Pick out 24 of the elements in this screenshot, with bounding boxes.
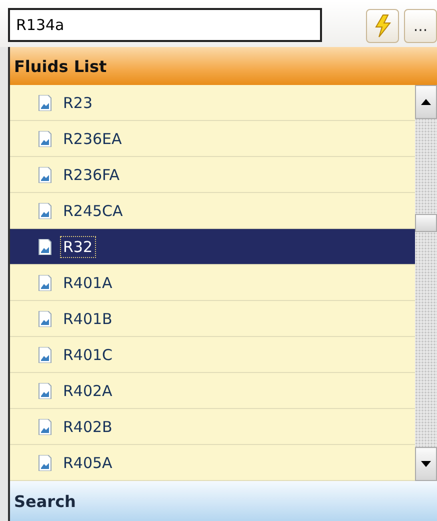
fluid-input-field[interactable]: R134a (8, 8, 322, 42)
file-icon (38, 130, 52, 146)
file-icon (38, 418, 52, 434)
file-icon (38, 274, 52, 290)
file-icon (38, 94, 52, 110)
file-icon (38, 346, 52, 362)
up-arrow-icon (421, 99, 431, 105)
lightning-icon (374, 14, 392, 38)
file-icon (38, 454, 52, 470)
file-icon (38, 382, 52, 398)
scroll-up-button[interactable] (415, 85, 437, 119)
scroll-thumb[interactable] (415, 214, 437, 232)
scroll-down-button[interactable] (415, 447, 437, 481)
file-icon (38, 202, 52, 218)
browse-button[interactable]: ... (404, 8, 437, 42)
file-icon (38, 166, 52, 182)
file-icon (38, 238, 52, 254)
scrollbar[interactable] (415, 85, 437, 481)
fluids-list-header: Fluids List (10, 47, 437, 85)
file-icon (38, 310, 52, 326)
fluid-list-item[interactable]: R32 (10, 229, 415, 265)
down-arrow-icon (421, 461, 431, 467)
search-header[interactable]: Search (10, 481, 437, 521)
lightning-button[interactable] (366, 8, 399, 42)
